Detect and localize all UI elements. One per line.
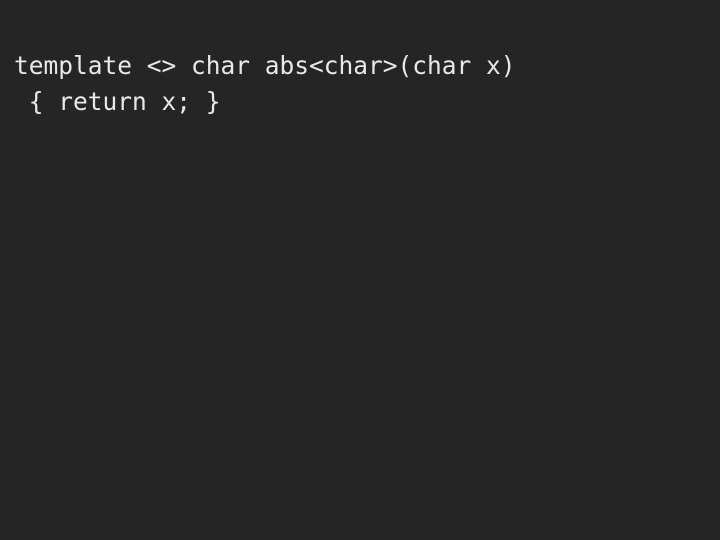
code-display-canvas: template <> char abs<char>(char x) { ret…	[0, 0, 720, 540]
code-block: template <> char abs<char>(char x) { ret…	[14, 48, 516, 120]
code-line-1: template <> char abs<char>(char x)	[14, 51, 516, 80]
code-line-2: { return x; }	[14, 87, 221, 116]
